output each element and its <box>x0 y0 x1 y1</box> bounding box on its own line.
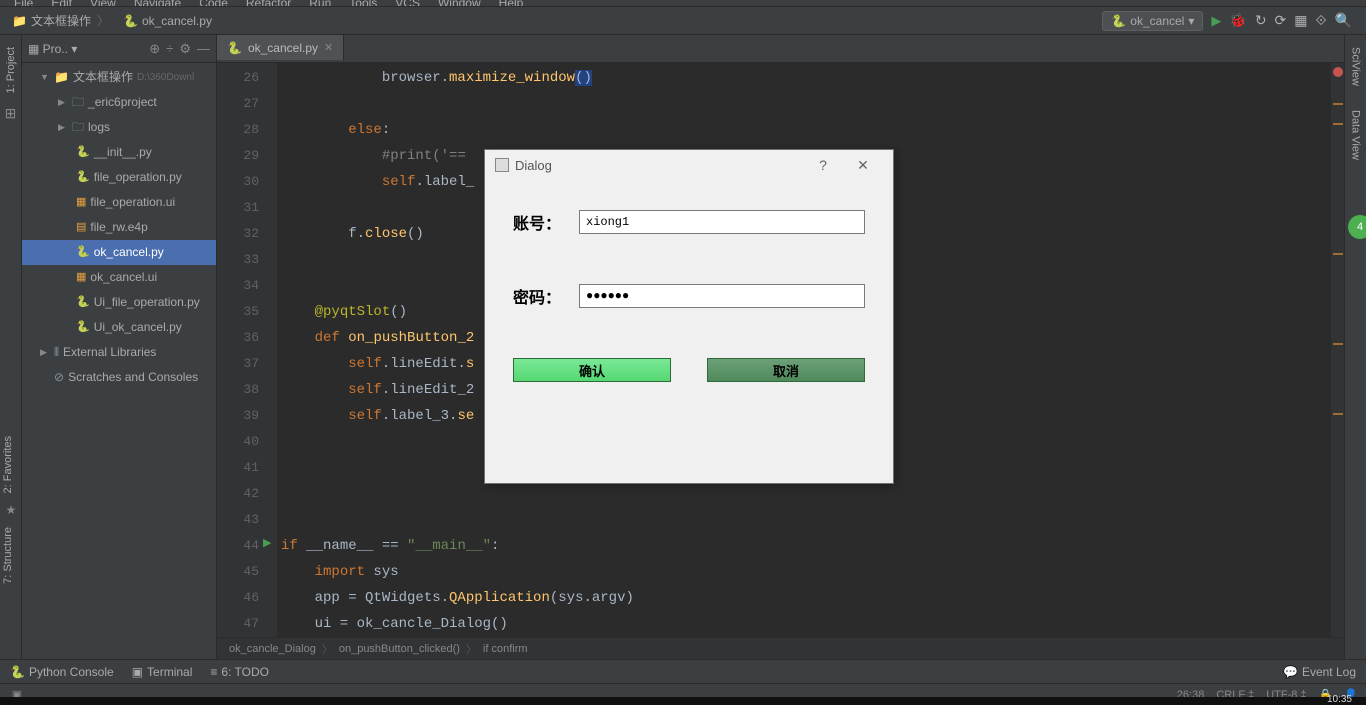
menu-help[interactable]: Help <box>491 0 532 7</box>
close-icon[interactable]: ✕ <box>843 157 883 174</box>
menu-window[interactable]: Window <box>430 0 489 7</box>
crumb-class[interactable]: ok_cancle_Dialog <box>229 643 316 655</box>
tree-file[interactable]: 🐍Ui_ok_cancel.py <box>22 315 216 340</box>
dialog-title: Dialog <box>515 158 552 173</box>
error-stripe <box>1330 63 1344 637</box>
tree-folder[interactable]: ▶🗀_eric6project <box>22 90 216 115</box>
target-icon[interactable]: ⊕ <box>149 41 160 57</box>
menu-run[interactable]: Run <box>301 0 339 7</box>
tree-file-selected[interactable]: 🐍ok_cancel.py <box>22 240 216 265</box>
tree-file[interactable]: ▦file_operation.ui <box>22 190 216 215</box>
todo-icon: ≡ <box>210 665 217 679</box>
profile-button[interactable]: ⟳ <box>1275 12 1287 29</box>
python-console-tab[interactable]: 🐍Python Console <box>10 665 114 679</box>
tree-file[interactable]: 🐍file_operation.py <box>22 165 216 190</box>
right-tool-stripe: SciView Data View 4 <box>1344 35 1366 659</box>
project-dropdown[interactable]: ▦ Pro.. ▾ <box>28 42 77 56</box>
crumb-block[interactable]: if confirm <box>483 643 528 655</box>
breadcrumb-file[interactable]: 🐍 ok_cancel.py <box>117 14 218 28</box>
tree-file[interactable]: 🐍__init__.py <box>22 140 216 165</box>
folder-icon: 📁 <box>12 14 27 28</box>
search-button[interactable]: 🔍 <box>1335 12 1352 29</box>
editor-tabs: 🐍 ok_cancel.py ✕ <box>217 35 1344 63</box>
cancel-button[interactable]: 取消 <box>707 358 865 382</box>
notification-badge[interactable]: 4 <box>1348 215 1366 239</box>
tree-folder[interactable]: ▶🗀logs <box>22 115 216 140</box>
menu-code[interactable]: Code <box>191 0 236 7</box>
clock: 10:35 <box>1327 694 1352 705</box>
crumb-method[interactable]: on_pushButton_clicked() <box>339 643 460 655</box>
menu-tools[interactable]: Tools <box>341 0 385 7</box>
python-icon: 🐍 <box>1111 14 1126 28</box>
sciview-tab[interactable]: SciView <box>1348 39 1364 94</box>
python-file-icon: 🐍 <box>227 41 242 55</box>
scratches[interactable]: ⊘Scratches and Consoles <box>22 365 216 390</box>
code-breadcrumb: ok_cancle_Dialog 〉 on_pushButton_clicked… <box>217 637 1344 659</box>
favorites-tab[interactable]: 2: Favorites <box>0 430 16 499</box>
bubble-icon: 💬 <box>1283 665 1298 679</box>
tree-file[interactable]: ▦ok_cancel.ui <box>22 265 216 290</box>
stop-button[interactable]: ▦ <box>1294 12 1307 29</box>
menu-vcs[interactable]: VCS <box>387 0 428 7</box>
menubar: File Edit View Navigate Code Refactor Ru… <box>0 0 1366 7</box>
python-icon: 🐍 <box>10 665 25 679</box>
editor-tab[interactable]: 🐍 ok_cancel.py ✕ <box>217 35 344 62</box>
password-input[interactable] <box>579 284 865 308</box>
gear-icon[interactable]: ⚙ <box>179 41 191 57</box>
collapse-icon[interactable]: ÷ <box>166 41 173 56</box>
left-stripe-lower: 2: Favorites ★ 7: Structure <box>0 430 22 590</box>
navbar: 📁 文本框操作 〉 🐍 ok_cancel.py 🐍 ok_cancel ▾ ▶… <box>0 7 1366 35</box>
menu-refactor[interactable]: Refactor <box>238 0 299 7</box>
update-button[interactable]: ⟐ <box>1316 12 1327 29</box>
structure-tool-tab[interactable]: ⊞ <box>5 105 17 122</box>
username-label: 账号： <box>513 210 579 234</box>
username-input[interactable] <box>579 210 865 234</box>
project-sidebar: ▦ Pro.. ▾ ⊕ ÷ ⚙ — ▼📁 文本框操作 D:\360Downl ▶… <box>22 35 217 659</box>
debug-button[interactable]: 🐞 <box>1229 12 1246 29</box>
chevron-down-icon: ▾ <box>1188 14 1194 28</box>
structure-tab[interactable]: 7: Structure <box>0 521 16 590</box>
star-icon: ★ <box>0 503 22 517</box>
error-indicator-icon[interactable] <box>1333 67 1343 77</box>
event-log-tab[interactable]: 💬Event Log <box>1283 665 1356 679</box>
coverage-button[interactable]: ↻ <box>1255 12 1267 29</box>
hide-icon[interactable]: — <box>197 41 210 56</box>
dialog-title-bar[interactable]: Dialog ? ✕ <box>485 150 893 180</box>
breadcrumb-root[interactable]: 📁 文本框操作 〉 <box>6 12 117 29</box>
project-tool-tab[interactable]: 1: Project <box>3 39 19 101</box>
terminal-tab[interactable]: ▣Terminal <box>132 665 193 679</box>
menu-file[interactable]: File <box>6 0 41 7</box>
terminal-icon: ▣ <box>132 665 143 679</box>
run-config-selector[interactable]: 🐍 ok_cancel ▾ <box>1102 11 1203 31</box>
login-dialog: Dialog ? ✕ 账号： 密码： 确认 取消 <box>484 149 894 484</box>
tree-file[interactable]: ▤file_rw.e4p <box>22 215 216 240</box>
menu-navigate[interactable]: Navigate <box>126 0 189 7</box>
todo-tab[interactable]: ≡6: TODO <box>210 665 269 679</box>
data-view-tab[interactable]: Data View <box>1348 102 1364 168</box>
help-icon[interactable]: ? <box>803 157 843 173</box>
menu-edit[interactable]: Edit <box>43 0 80 7</box>
app-icon <box>495 158 509 172</box>
project-tree: ▼📁 文本框操作 D:\360Downl ▶🗀_eric6project ▶🗀l… <box>22 63 216 659</box>
bottom-tool-bar: 🐍Python Console ▣Terminal ≡6: TODO 💬Even… <box>0 659 1366 683</box>
windows-taskbar: 10:35 <box>0 697 1366 705</box>
ok-button[interactable]: 确认 <box>513 358 671 382</box>
external-libraries[interactable]: ▶⫴External Libraries <box>22 340 216 365</box>
project-root[interactable]: ▼📁 文本框操作 D:\360Downl <box>22 65 216 90</box>
password-label: 密码： <box>513 284 579 308</box>
tree-file[interactable]: 🐍Ui_file_operation.py <box>22 290 216 315</box>
close-tab-icon[interactable]: ✕ <box>324 41 333 54</box>
menu-view[interactable]: View <box>82 0 124 7</box>
python-file-icon: 🐍 <box>123 14 138 28</box>
run-button[interactable]: ▶ <box>1211 13 1221 29</box>
